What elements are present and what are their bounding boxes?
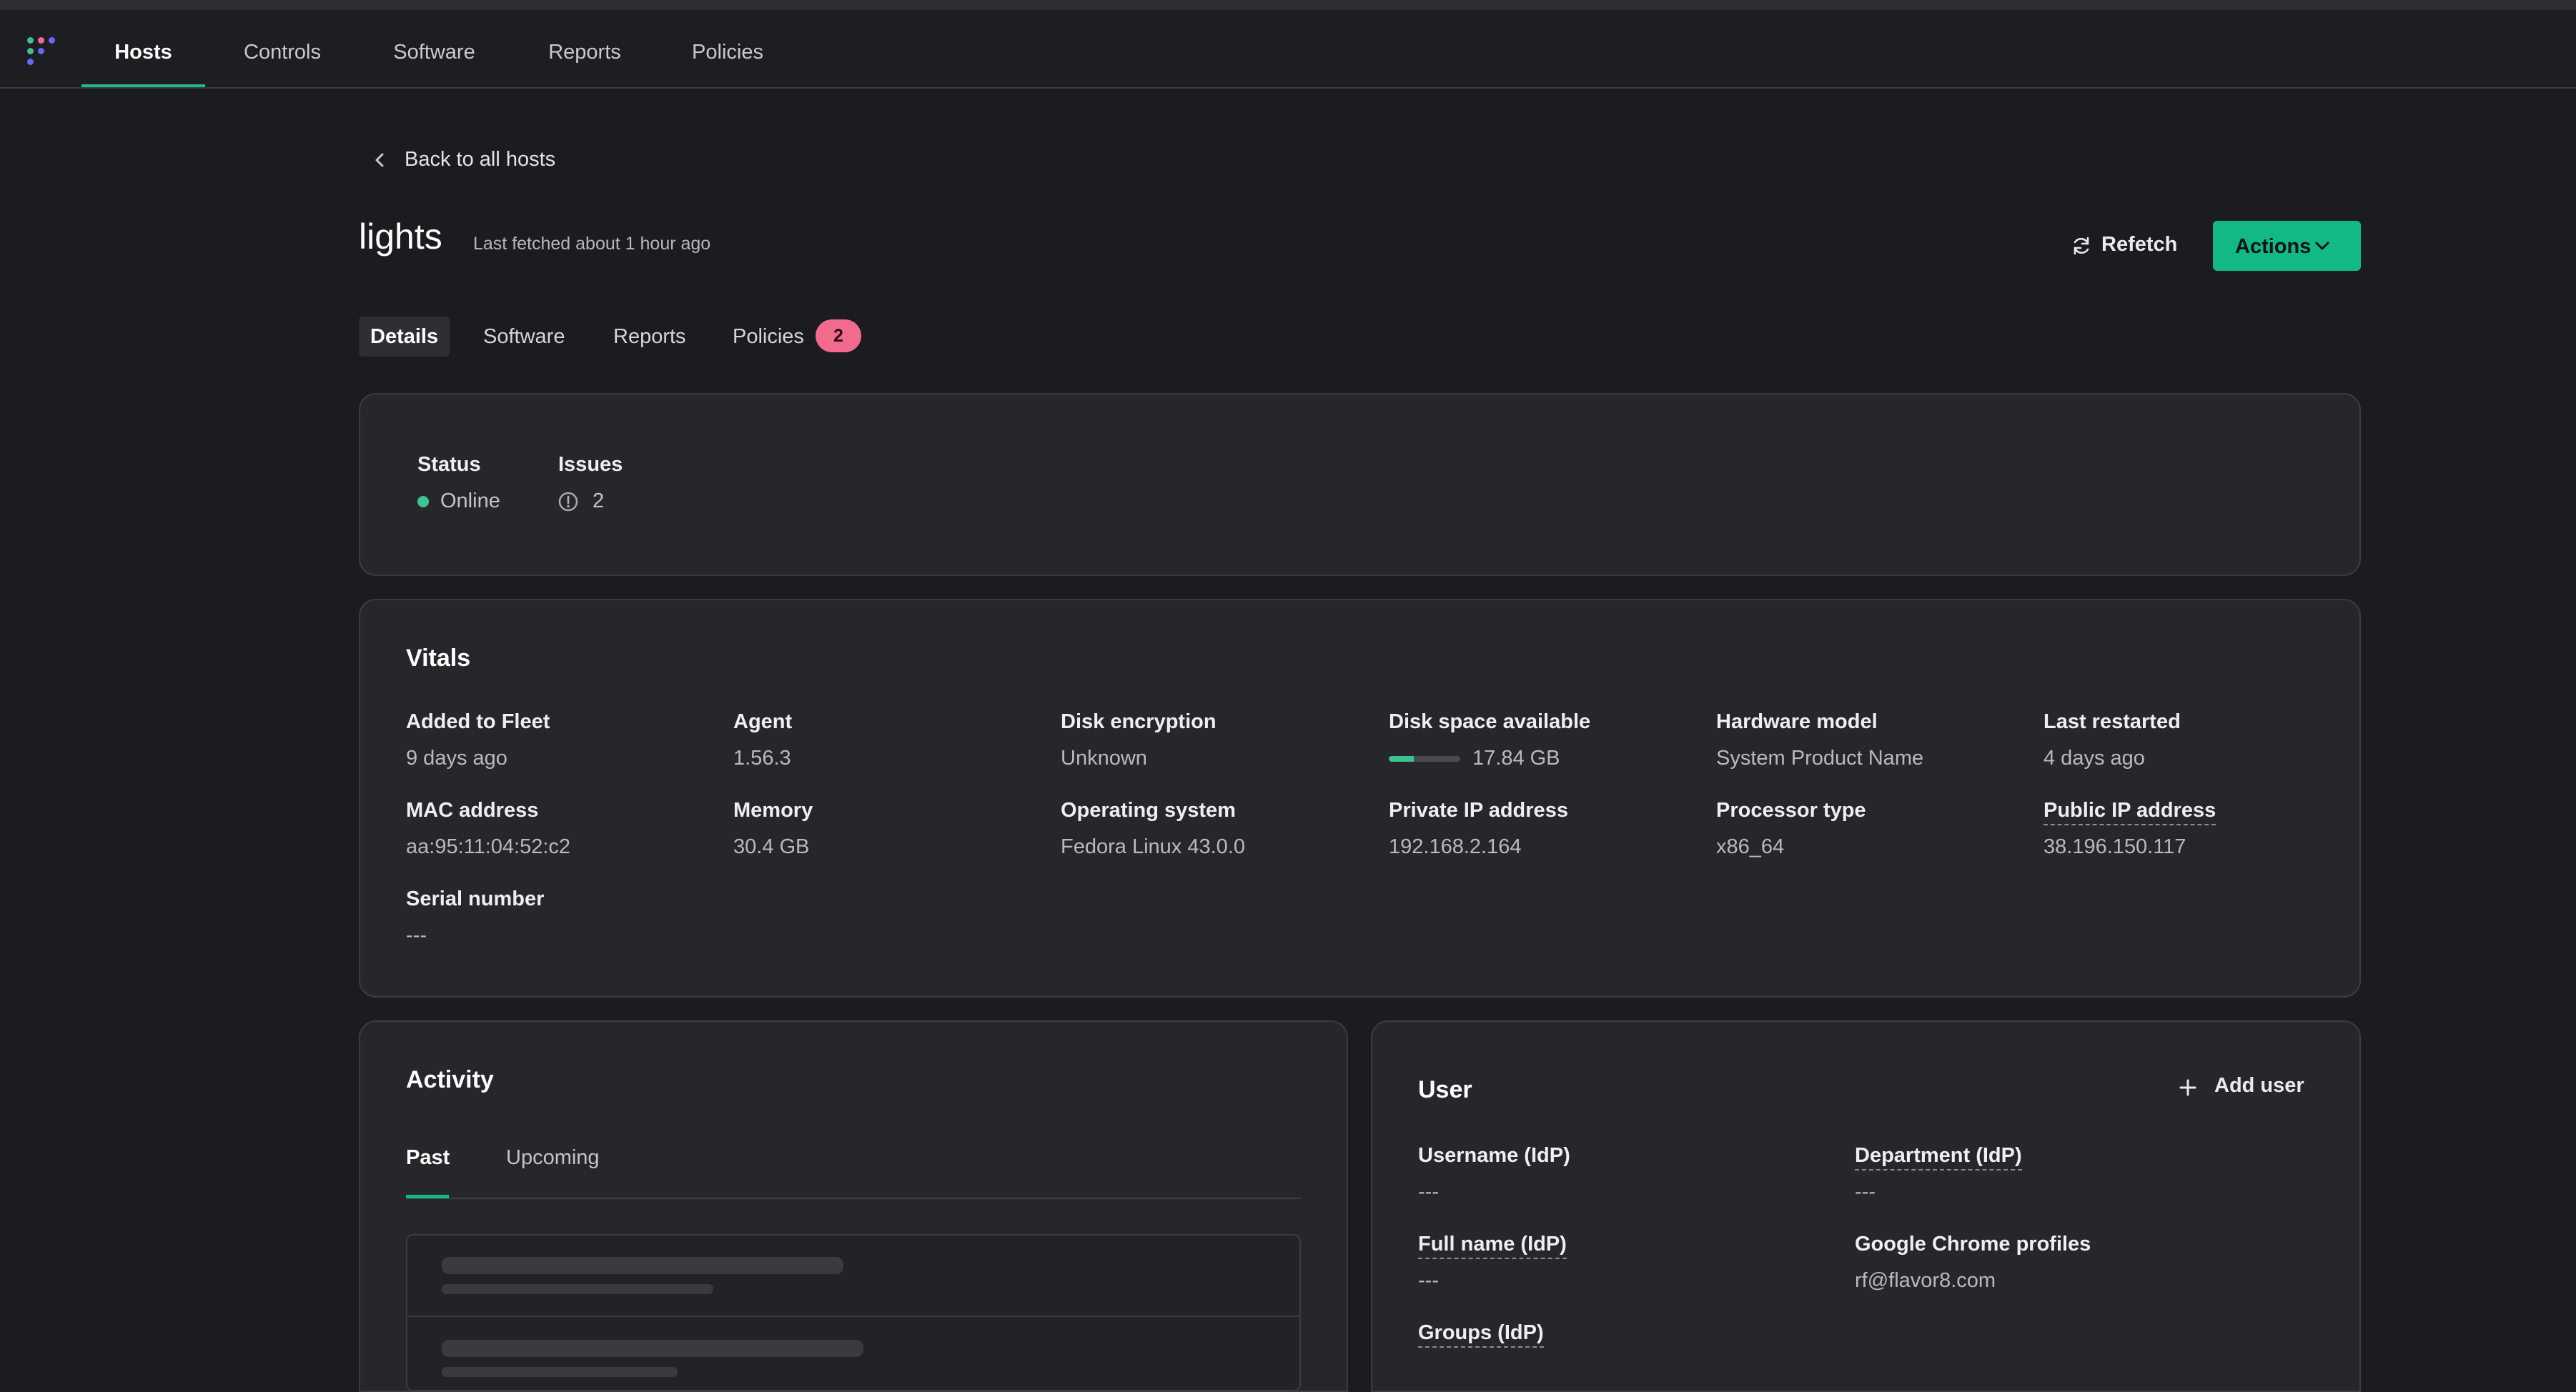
mac-address-value: aa:95:11:04:52:c2 — [406, 835, 571, 858]
memory-label: Memory — [733, 799, 813, 822]
actions-label: Actions — [2235, 235, 2312, 258]
online-status-dot — [417, 496, 429, 507]
full-name-value: --- — [1418, 1269, 1439, 1292]
serial-number-label: Serial number — [406, 888, 545, 910]
top-navbar: Hosts Controls Software Reports Policies — [0, 10, 2576, 89]
agent-label: Agent — [733, 710, 793, 733]
processor-type-label: Processor type — [1716, 799, 1866, 822]
nav-software[interactable]: Software — [372, 10, 497, 87]
loading-skeleton-line — [442, 1340, 863, 1357]
loading-skeleton-line — [442, 1257, 843, 1274]
disk-space-bar — [1389, 756, 1460, 762]
department-label[interactable]: Department (IdP) — [1855, 1144, 2022, 1170]
tab-policies[interactable]: Policies — [733, 317, 804, 357]
activity-title: Activity — [406, 1066, 494, 1093]
activity-row-divider — [407, 1316, 1299, 1317]
issues-label: Issues — [558, 453, 623, 476]
disk-encryption-value: Unknown — [1061, 747, 1147, 770]
last-restarted-value: 4 days ago — [2044, 747, 2145, 770]
plus-icon — [2179, 1079, 2196, 1096]
department-value: --- — [1855, 1180, 1876, 1203]
actions-dropdown-button[interactable]: Actions — [2213, 221, 2361, 271]
vitals-card — [359, 599, 2361, 998]
processor-type-value: x86_64 — [1716, 835, 1785, 858]
disk-encryption-label: Disk encryption — [1061, 710, 1217, 733]
user-title: User — [1418, 1076, 1472, 1103]
agent-value: 1.56.3 — [733, 747, 791, 770]
issues-value: 2 — [593, 489, 605, 512]
public-ip-label[interactable]: Public IP address — [2044, 799, 2216, 825]
nav-reports[interactable]: Reports — [527, 10, 642, 87]
activity-active-tab-underline — [406, 1195, 449, 1198]
activity-tabs-divider — [406, 1198, 1301, 1199]
chrome-profiles-label: Google Chrome profiles — [1855, 1233, 2091, 1256]
added-to-fleet-label: Added to Fleet — [406, 710, 550, 733]
serial-number-value: --- — [406, 924, 427, 947]
host-name-title: lights — [359, 217, 442, 257]
tab-details[interactable]: Details — [359, 317, 450, 357]
refetch-button[interactable]: Refetch — [2071, 223, 2214, 269]
chevron-down-icon — [2315, 242, 2329, 250]
full-name-label[interactable]: Full name (IdP) — [1418, 1233, 1567, 1259]
hardware-model-value: System Product Name — [1716, 747, 1924, 770]
disk-space-value: 17.84 GB — [1472, 747, 1560, 770]
tab-activity-past[interactable]: Past — [406, 1146, 450, 1170]
nav-hosts[interactable]: Hosts — [81, 10, 205, 87]
refetch-label: Refetch — [2101, 233, 2178, 256]
status-value: Online — [440, 489, 500, 512]
operating-system-label: Operating system — [1061, 799, 1236, 822]
hardware-model-label: Hardware model — [1716, 710, 1878, 733]
memory-value: 30.4 GB — [733, 835, 810, 858]
activity-feed-loading — [406, 1234, 1301, 1391]
tab-software[interactable]: Software — [483, 317, 565, 357]
mac-address-label: MAC address — [406, 799, 539, 822]
disk-space-bar-fill — [1389, 756, 1414, 762]
loading-skeleton-line — [442, 1284, 713, 1294]
fleet-logo-icon[interactable] — [26, 36, 59, 69]
vitals-title: Vitals — [406, 645, 471, 672]
nav-policies[interactable]: Policies — [670, 10, 785, 87]
refresh-icon — [2074, 237, 2089, 255]
tab-activity-upcoming[interactable]: Upcoming — [506, 1146, 600, 1170]
loading-skeleton-line — [442, 1367, 678, 1377]
chrome-profiles-value: rf@flavor8.com — [1855, 1269, 1996, 1292]
nav-controls[interactable]: Controls — [222, 10, 343, 87]
status-label: Status — [417, 453, 481, 476]
back-link-label: Back to all hosts — [405, 148, 556, 171]
public-ip-value: 38.196.150.117 — [2044, 835, 2186, 858]
added-to-fleet-value: 9 days ago — [406, 747, 507, 770]
username-label: Username (IdP) — [1418, 1144, 1570, 1167]
chevron-left-icon — [375, 153, 384, 167]
groups-label[interactable]: Groups (IdP) — [1418, 1321, 1544, 1348]
last-fetched-text: Last fetched about 1 hour ago — [473, 234, 711, 254]
private-ip-value: 192.168.2.164 — [1389, 835, 1522, 858]
disk-space-label: Disk space available — [1389, 710, 1591, 733]
last-restarted-label: Last restarted — [2044, 710, 2181, 733]
tab-reports[interactable]: Reports — [613, 317, 686, 357]
alert-circle-icon — [558, 492, 578, 512]
username-value: --- — [1418, 1180, 1439, 1203]
policies-count-badge: 2 — [816, 319, 861, 352]
summary-card — [359, 393, 2361, 576]
nav-active-underline — [81, 84, 205, 87]
private-ip-label: Private IP address — [1389, 799, 1568, 822]
window-top-strip — [0, 0, 2576, 10]
operating-system-value: Fedora Linux 43.0.0 — [1061, 835, 1245, 858]
add-user-label: Add user — [2214, 1074, 2304, 1097]
